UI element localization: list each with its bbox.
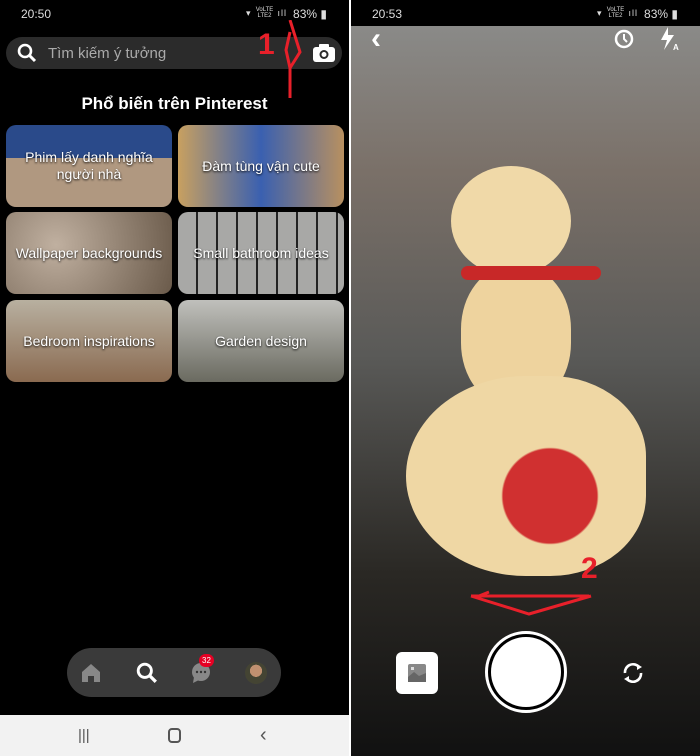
image-icon [408,664,426,682]
signal-network-label: VoLTE LTE2 [606,7,625,19]
annotation-arrow-2 [470,590,592,616]
annotation-arrow-1 [284,20,302,98]
signal-icon: ▾ VoLTE LTE2 ıll [246,7,287,19]
camera-lens-screen: 20:53 ▾ VoLTE LTE2 ıll 83% ▮ ‹ A 2 [351,0,700,756]
profile-avatar[interactable] [245,662,267,684]
signal-network-label: VoLTE LTE2 [255,7,274,19]
back-button[interactable]: ‹ [260,724,267,747]
system-nav-bar: ||| ‹ [0,715,349,756]
switch-camera-icon[interactable] [620,661,646,685]
pinterest-search-screen: 20:50 ▾ VoLTE LTE2 ıll 83% ▮ Tìm kiếm ý tư… [0,0,349,756]
tile-0[interactable]: Phim lấy danh nghĩa người nhà [6,125,172,207]
annotation-number-2: 2 [581,552,598,585]
signal-bars-icon: ıll [628,8,638,18]
bottom-nav [67,648,281,697]
camera-icon[interactable] [312,43,336,63]
svg-text:A: A [673,43,679,52]
status-bar: 20:53 ▾ VoLTE LTE2 ıll 83% ▮ [351,0,700,26]
search-nav-icon[interactable] [136,662,158,684]
back-icon[interactable]: ‹ [371,22,381,56]
tile-3[interactable]: Small bathroom ideas [178,212,344,294]
home-button[interactable] [168,728,181,743]
lucky-cat-figure [406,156,646,576]
wifi-icon: ▾ [245,7,252,18]
search-placeholder: Tìm kiếm ý tưởng [48,45,167,62]
annotation-number-1: 1 [258,28,275,61]
battery-level: 83% ▮ [293,7,327,21]
tile-5[interactable]: Garden design [178,300,344,382]
history-icon[interactable] [613,28,635,50]
shutter-button[interactable] [485,631,567,713]
messages-badge: 32 [199,654,214,667]
status-time: 20:53 [372,7,403,21]
battery-level: 83% ▮ [644,7,678,21]
signal-bars-icon: ıll [277,8,287,18]
home-icon[interactable] [81,663,101,683]
tile-4[interactable]: Bedroom inspirations [6,300,172,382]
flash-auto-icon[interactable]: A [659,26,681,52]
wifi-icon: ▾ [596,7,603,18]
recents-button[interactable]: ||| [78,727,90,744]
signal-icon: ▾ VoLTE LTE2 ıll [597,7,638,19]
tile-1[interactable]: Đàm tùng vận cute [178,125,344,207]
gallery-button[interactable] [396,652,438,694]
search-icon [17,43,37,63]
tile-2[interactable]: Wallpaper backgrounds [6,212,172,294]
status-time: 20:50 [21,7,52,21]
section-title: Phổ biến trên Pinterest [81,94,268,113]
